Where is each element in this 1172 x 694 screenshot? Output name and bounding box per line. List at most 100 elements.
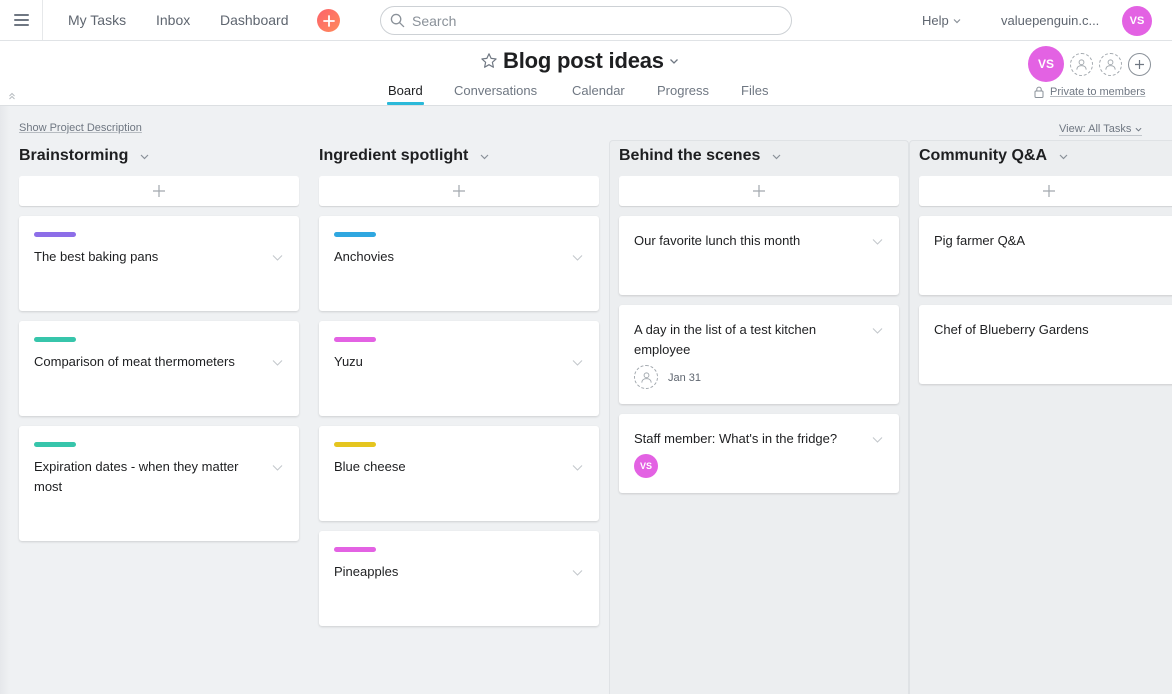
project-members: VS [1028,46,1151,82]
task-card[interactable]: Anchovies [319,216,599,311]
task-tag [334,232,376,237]
column-title: Ingredient spotlight [319,147,469,164]
member-avatar[interactable]: VS [1028,46,1064,82]
task-name: Our favorite lunch this month [634,233,801,248]
nav-inbox[interactable]: Inbox [156,12,190,28]
task-card[interactable]: Pig farmer Q&A [919,216,1172,295]
task-card[interactable]: Comparison of meat thermometers [19,321,299,416]
person-icon [1105,58,1116,70]
active-tab-indicator [387,102,424,105]
plus-icon [1135,59,1144,69]
top-bar: My Tasks Inbox Dashboard Help valuepengu… [0,0,1172,41]
task-name: The best baking pans [34,249,159,264]
task-card[interactable]: Pineapples [319,531,599,626]
assign-task-button[interactable] [634,365,658,389]
chevron-down-icon[interactable] [1059,152,1068,161]
privacy-setting[interactable]: Private to members [1034,86,1145,98]
add-task-button[interactable] [919,176,1172,206]
board-column-behind-the-scenes: Behind the scenes Our favorite lunch thi… [619,145,899,493]
plus-icon [1043,185,1055,197]
tab-conversations[interactable]: Conversations [454,83,537,98]
chevron-down-icon [1135,127,1142,132]
chevron-down-icon[interactable] [272,462,283,473]
add-task-button[interactable] [319,176,599,206]
column-title: Brainstorming [19,147,129,164]
tab-files[interactable]: Files [741,83,768,98]
task-name: Pig farmer Q&A [934,233,1026,248]
chevron-down-icon[interactable] [572,567,583,578]
due-date[interactable]: Jan 31 [668,372,701,384]
task-tag [34,442,76,447]
help-menu[interactable]: Help [922,13,961,28]
board-column-brainstorming: Brainstorming The best baking pans Compa… [19,145,299,541]
search-box[interactable] [380,6,792,35]
task-card[interactable]: A day in the list of a test kitchen empl… [619,305,899,404]
task-name: A day in the list of a test kitchen empl… [634,322,817,357]
task-name: Comparison of meat thermometers [34,354,235,369]
chevron-down-icon[interactable] [480,152,489,161]
double-chevron-up-icon[interactable] [8,92,16,100]
chevron-down-icon[interactable] [272,357,283,368]
task-name: Expiration dates - when they matter most [34,459,239,494]
view-filter[interactable]: View: All Tasks [1059,123,1143,136]
task-card[interactable]: Expiration dates - when they matter most [19,426,299,541]
star-icon[interactable] [480,52,498,70]
view-filter-label: View: All Tasks [1059,123,1132,135]
account-name[interactable]: valuepenguin.c... [1001,13,1099,28]
chevron-down-icon[interactable] [772,152,781,161]
chevron-down-icon[interactable] [872,325,883,336]
nav-dashboard[interactable]: Dashboard [220,12,289,28]
task-tag [34,337,76,342]
tab-progress[interactable]: Progress [657,83,709,98]
add-member-slot[interactable] [1070,52,1093,76]
task-name: Chef of Blueberry Gardens [934,322,1089,337]
plus-icon [153,185,165,197]
add-member-button[interactable] [1128,52,1151,76]
board-left-edge [0,106,10,694]
task-card[interactable]: The best baking pans [19,216,299,311]
project-header: Blog post ideas Board Conversations Cale… [0,41,1172,106]
hamburger-menu-icon[interactable] [0,0,43,40]
task-name: Staff member: What's in the fridge? [634,431,838,446]
chevron-down-icon[interactable] [572,357,583,368]
column-header[interactable]: Community Q&A [919,145,1172,167]
assignee-avatar[interactable]: VS [634,454,658,478]
chevron-down-icon[interactable] [872,236,883,247]
lock-icon [1034,86,1044,98]
chevron-down-icon[interactable] [272,252,283,263]
task-card[interactable]: Yuzu [319,321,599,416]
add-task-button[interactable] [19,176,299,206]
nav-my-tasks[interactable]: My Tasks [68,12,126,28]
quick-add-button[interactable] [317,9,340,32]
chevron-down-icon[interactable] [669,56,679,66]
task-card[interactable]: Chef of Blueberry Gardens [919,305,1172,384]
user-avatar[interactable]: VS [1122,6,1152,36]
project-title[interactable]: Blog post ideas [503,48,664,74]
person-icon [640,371,652,383]
plus-icon [322,14,335,27]
task-card[interactable]: Staff member: What's in the fridge? VS [619,414,899,493]
privacy-label: Private to members [1050,86,1146,98]
task-tag [334,442,376,447]
task-tag [334,547,376,552]
project-title-row: Blog post ideas [480,48,679,74]
search-input[interactable] [412,12,772,29]
column-header[interactable]: Ingredient spotlight [319,145,599,167]
task-card[interactable]: Our favorite lunch this month [619,216,899,295]
chevron-down-icon[interactable] [140,152,149,161]
search-icon [390,13,405,28]
add-task-button[interactable] [619,176,899,206]
show-project-description-link[interactable]: Show Project Description [19,122,142,134]
tab-calendar[interactable]: Calendar [572,83,625,98]
column-header[interactable]: Brainstorming [19,145,299,167]
plus-icon [753,185,765,197]
task-tag [334,337,376,342]
chevron-down-icon[interactable] [872,434,883,445]
chevron-down-icon [953,18,961,23]
chevron-down-icon[interactable] [572,462,583,473]
add-member-slot[interactable] [1099,52,1122,76]
task-card[interactable]: Blue cheese [319,426,599,521]
column-header[interactable]: Behind the scenes [619,145,899,167]
chevron-down-icon[interactable] [572,252,583,263]
tab-board[interactable]: Board [388,83,423,98]
